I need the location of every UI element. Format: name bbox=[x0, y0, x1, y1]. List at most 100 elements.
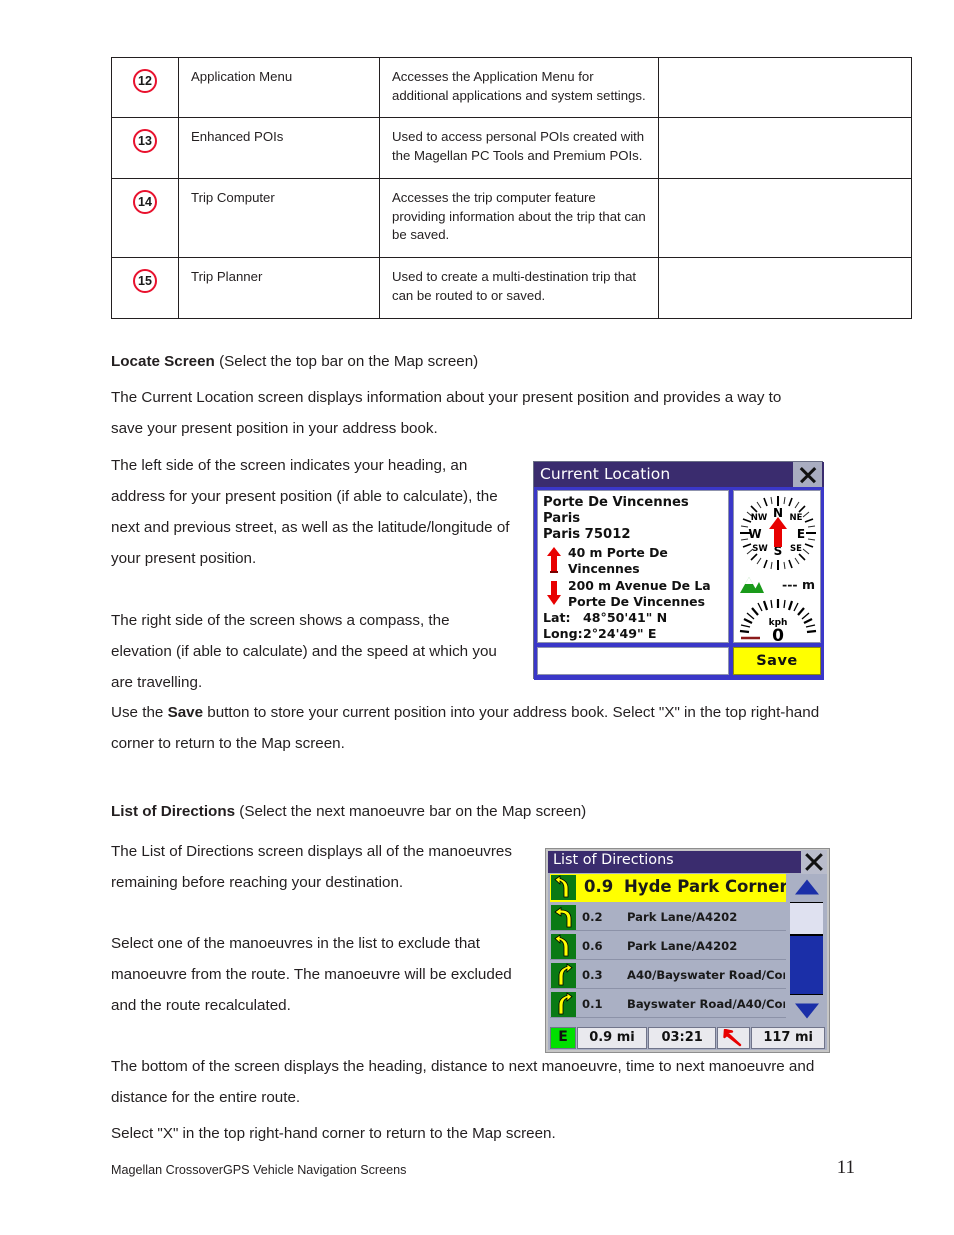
svg-text:NW: NW bbox=[751, 513, 768, 523]
table-cell-badge: 13 bbox=[111, 117, 179, 179]
list-item-distance: 0.9 bbox=[584, 877, 614, 896]
locate-paragraph-4-c: button to store your current position in… bbox=[111, 704, 820, 752]
table-cell-name: Enhanced POIs bbox=[178, 117, 380, 179]
locate-paragraph-1: The Current Location screen displays inf… bbox=[111, 389, 782, 437]
table-cell-badge: 14 bbox=[111, 177, 179, 259]
compass-icon: N S W E NW NE SW SE bbox=[737, 493, 819, 573]
prev-street-line-2: Porte De Vincennes bbox=[568, 594, 705, 610]
time-to-next: 03:21 bbox=[647, 1027, 717, 1049]
scrollbar-thumb[interactable] bbox=[790, 903, 823, 936]
turn-arrow-red-icon bbox=[717, 1027, 751, 1049]
address-line-1: Porte De Vincennes bbox=[543, 495, 689, 510]
current-location-screen[interactable]: Current Location Porte De Vincennes Pari… bbox=[533, 461, 824, 680]
status-bar: E 0.9 mi 03:21 117 mi bbox=[550, 1027, 825, 1049]
next-street-line-1: 40 m Porte De bbox=[568, 544, 668, 560]
close-x-icon[interactable] bbox=[801, 850, 827, 874]
footer-text: Magellan CrossoverGPS Vehicle Navigation… bbox=[111, 1163, 407, 1177]
list-of-directions-screen[interactable]: List of Directions 0.9 Hyde Park Corner … bbox=[545, 848, 830, 1053]
locate-paragraph-2: The left side of the screen indicates yo… bbox=[111, 457, 510, 567]
table-row: 13 Enhanced POIs Used to access personal… bbox=[111, 117, 912, 179]
distance-to-next: 0.9 mi bbox=[577, 1027, 647, 1049]
list-item[interactable]: 0.3 A40/Bayswater Road/Connau bbox=[550, 962, 786, 989]
list-item[interactable]: 0.1 Bayswater Road/A40/Connau bbox=[550, 991, 786, 1018]
current-location-body: Porte De Vincennes Paris Paris 75012 40 … bbox=[534, 487, 824, 680]
locate-screen-heading-bold: Locate Screen bbox=[111, 353, 215, 370]
list-item-distance: 0.3 bbox=[582, 968, 603, 982]
badge-number: 14 bbox=[133, 189, 157, 214]
longitude-label: Long: bbox=[543, 626, 583, 642]
feature-table: 12 Application Menu Accesses the Applica… bbox=[111, 56, 912, 319]
north-arrow-red-icon bbox=[769, 517, 787, 547]
list-of-directions-heading-rest: (Select the next manoeuvre bar on the Ma… bbox=[235, 803, 587, 820]
table-cell-badge: 15 bbox=[111, 257, 179, 319]
bear-left-icon bbox=[551, 875, 576, 900]
save-name-input[interactable] bbox=[537, 647, 729, 675]
page-number: 11 bbox=[836, 1157, 855, 1178]
svg-text:NE: NE bbox=[790, 513, 803, 523]
current-location-title: Current Location bbox=[540, 465, 671, 483]
locate-paragraph-4-a: Use the bbox=[111, 704, 168, 721]
mountain-icon bbox=[740, 577, 764, 593]
scrollbar-track[interactable] bbox=[790, 902, 823, 995]
latitude-row: Lat: 48°50'41" N bbox=[543, 610, 728, 626]
locate-paragraph-4: Use the Save button to store your curren… bbox=[111, 697, 827, 759]
list-of-directions-titlebar: List of Directions bbox=[548, 851, 827, 873]
svg-text:SW: SW bbox=[752, 544, 768, 554]
locate-paragraph-3: The right side of the screen shows a com… bbox=[111, 612, 497, 691]
list-of-directions-heading-bold: List of Directions bbox=[111, 803, 236, 820]
list-item-name: Park Lane/A4202 bbox=[627, 910, 738, 924]
badge-number: 15 bbox=[133, 269, 157, 294]
latitude-value: 48°50'41" N bbox=[583, 610, 668, 626]
list-item-name: Hyde Park Corner bbox=[624, 877, 786, 896]
table-cell-blank bbox=[658, 56, 912, 119]
address-line-3: Paris 75012 bbox=[543, 527, 631, 543]
directions-paragraph-1: The List of Directions screen displays a… bbox=[111, 843, 512, 891]
prev-street-line-1: 200 m Avenue De La bbox=[568, 578, 711, 594]
scrollbar[interactable] bbox=[788, 874, 825, 1024]
table-cell-name: Application Menu bbox=[178, 56, 380, 119]
table-row: 15 Trip Planner Used to create a multi-d… bbox=[111, 257, 912, 319]
table-cell-badge: 12 bbox=[111, 56, 179, 119]
list-item[interactable]: 0.6 Park Lane/A4202 bbox=[550, 933, 786, 960]
address-line-2: Paris bbox=[543, 511, 581, 527]
longitude-value: 2°24'49" E bbox=[583, 626, 657, 642]
turn-left-icon bbox=[551, 905, 576, 930]
arrow-up-red-icon bbox=[546, 546, 562, 573]
svg-text:SE: SE bbox=[790, 544, 802, 554]
directions-paragraph-2: Select one of the manoeuvres in the list… bbox=[111, 935, 512, 1014]
total-distance: 117 mi bbox=[751, 1027, 825, 1049]
table-cell-blank bbox=[658, 177, 912, 259]
table-cell-blank bbox=[658, 257, 912, 319]
save-button[interactable]: Save bbox=[733, 647, 821, 675]
triangle-up-icon[interactable] bbox=[790, 874, 823, 900]
table-row: 12 Application Menu Accesses the Applica… bbox=[111, 56, 912, 119]
next-street-line-2: Vincennes bbox=[568, 560, 640, 576]
next-street-row: 40 m Porte De Vincennes bbox=[543, 545, 728, 577]
prev-street-row: 200 m Avenue De La Porte De Vincennes bbox=[543, 578, 728, 610]
svg-text:W: W bbox=[748, 527, 761, 541]
table-cell-name: Trip Computer bbox=[178, 177, 380, 259]
list-item[interactable]: 0.2 Park Lane/A4202 bbox=[550, 904, 786, 931]
list-of-directions-heading: List of Directions (Select the next mano… bbox=[111, 803, 586, 820]
table-cell-description: Used to create a multi-destination trip … bbox=[379, 257, 659, 319]
list-item-name: A40/Bayswater Road/Connau bbox=[627, 968, 785, 982]
table-row: 14 Trip Computer Accesses the trip compu… bbox=[111, 177, 912, 259]
locate-screen-heading: Locate Screen (Select the top bar on the… bbox=[111, 353, 478, 370]
speedometer-icon: kph 0 bbox=[736, 597, 820, 646]
close-x-icon[interactable] bbox=[793, 462, 822, 487]
elevation-value: --- m bbox=[782, 577, 815, 592]
table-cell-description: Used to access personal POIs created wit… bbox=[379, 117, 659, 179]
list-item-distance: 0.6 bbox=[582, 939, 603, 953]
table-cell-description: Accesses the Application Menu for additi… bbox=[379, 56, 659, 119]
badge-number: 12 bbox=[133, 69, 157, 93]
triangle-down-icon[interactable] bbox=[790, 998, 823, 1024]
list-item-distance: 0.1 bbox=[582, 997, 603, 1011]
list-item-name: Park Lane/A4202 bbox=[627, 939, 738, 953]
current-location-titlebar: Current Location bbox=[534, 462, 824, 487]
directions-paragraph-4: Select "X" in the top right-hand corner … bbox=[111, 1125, 556, 1142]
table-cell-blank bbox=[658, 117, 912, 179]
directions-paragraph-3: The bottom of the screen displays the he… bbox=[111, 1058, 815, 1106]
list-item[interactable]: 0.9 Hyde Park Corner bbox=[550, 874, 786, 902]
latitude-label: Lat: bbox=[543, 610, 571, 626]
list-item-distance: 0.2 bbox=[582, 910, 603, 924]
